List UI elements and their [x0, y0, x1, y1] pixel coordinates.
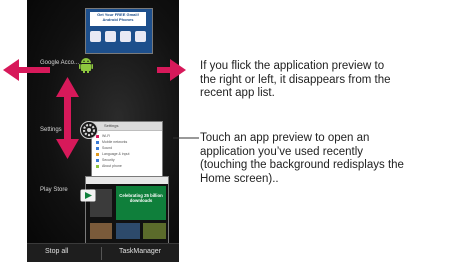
callout-touch-line: Touch an app preview to open an: [200, 132, 370, 144]
callout-flick-line: the right or left, it disappears from th…: [200, 73, 391, 86]
right-arrow-icon: [157, 59, 186, 81]
callout-flick-line: recent app list.: [200, 87, 275, 99]
callout-touch: Touch an app preview to open an applicat…: [200, 132, 404, 186]
callout-touch-line: (touching the background redisplays the: [200, 159, 404, 171]
callout-touch-line: Home screen)..: [200, 172, 279, 185]
vertical-double-arrow-icon: [56, 77, 79, 159]
left-arrow-icon: [3, 59, 50, 81]
callout-flick-line: If you flick the application preview to: [200, 60, 385, 72]
callout-flick: If you flick the application preview to …: [200, 60, 390, 101]
annotation-overlay: [3, 59, 199, 159]
callout-touch-line: application you’ve used recently: [200, 145, 364, 158]
